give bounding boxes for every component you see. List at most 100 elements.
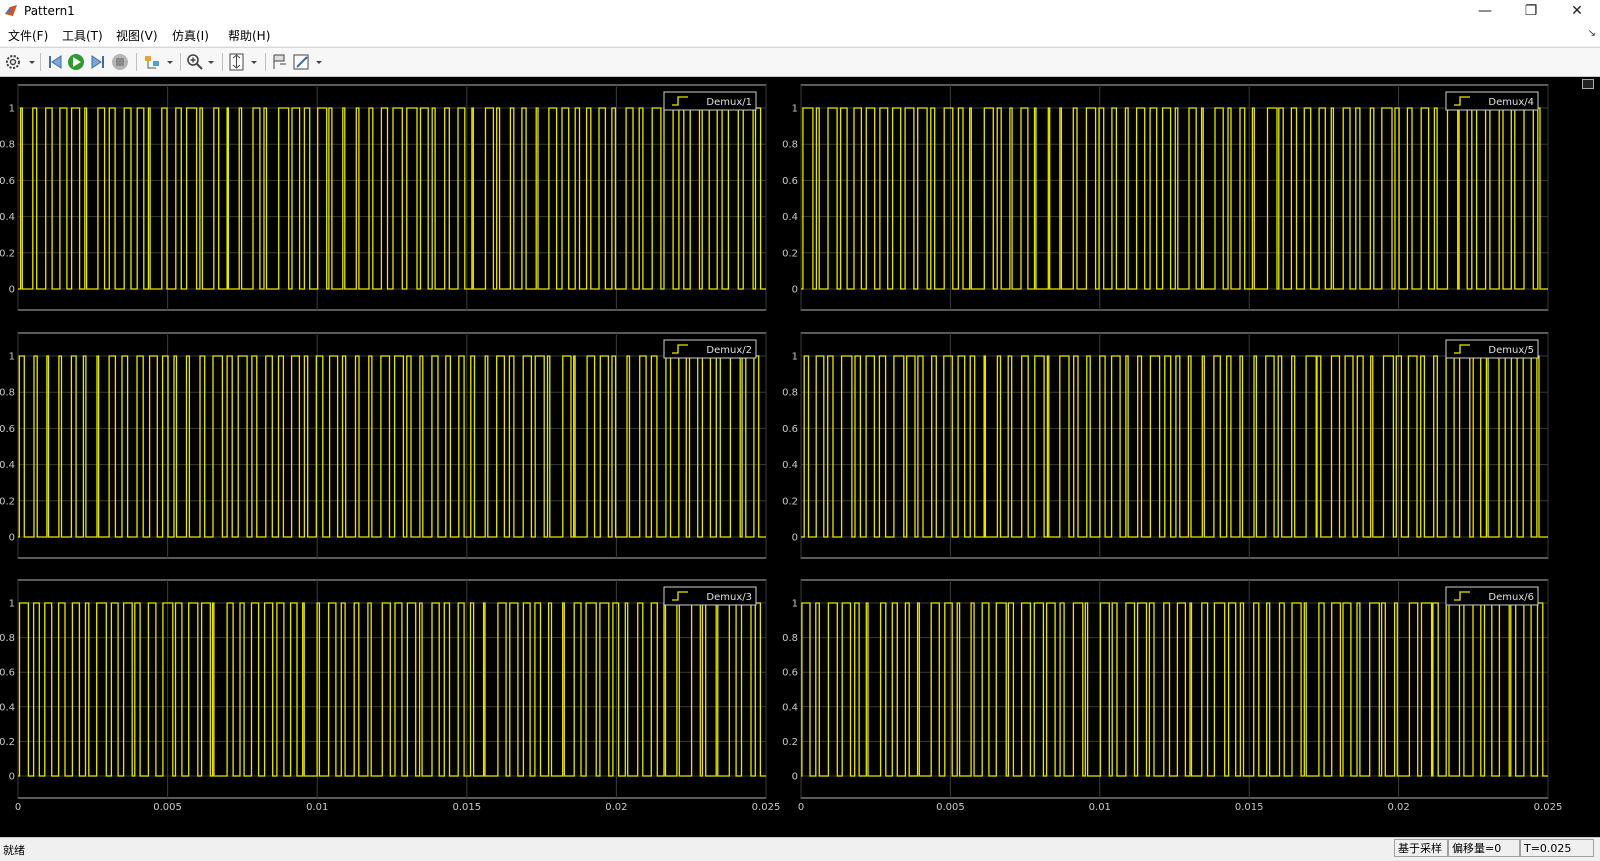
dock-arrow-icon[interactable]: ↘ bbox=[1588, 28, 1596, 39]
axes-frame bbox=[17, 579, 767, 799]
y-tick-label: 0.4 bbox=[0, 460, 15, 471]
legend-4: Demux/4 bbox=[1445, 91, 1539, 111]
step-back-icon[interactable] bbox=[45, 52, 65, 72]
title-bar: Pattern1 — ❐ ✕ bbox=[0, 0, 1600, 23]
x-tick-label: 0.01 bbox=[1089, 802, 1111, 813]
status-time: T=0.025 bbox=[1520, 839, 1594, 857]
legend-label: Demux/3 bbox=[706, 592, 752, 603]
y-tick-label: 0.8 bbox=[782, 140, 798, 151]
y-tick-label: 0.8 bbox=[0, 140, 15, 151]
scope-display: 0 0.2 0.4 0.6 0.8 1 Demux/1 0 0.2 0.4 0.6 0.8 1 Demux… bbox=[0, 77, 1600, 837]
style-icon[interactable] bbox=[292, 52, 326, 72]
y-tick-label: 0 bbox=[792, 285, 798, 296]
axes-frame bbox=[17, 84, 767, 311]
y-tick-label: 0.2 bbox=[782, 496, 798, 507]
axes-3: 0 0.005 0.01 0.015 0.02 0.025 0 0.2 0.4 0.6 0.8 1 De… bbox=[0, 579, 781, 813]
legend-label: Demux/2 bbox=[706, 345, 752, 356]
x-tick-label: 0.02 bbox=[605, 802, 627, 813]
axes-4: 0 0.2 0.4 0.6 0.8 1 Demux/4 bbox=[782, 84, 1549, 311]
matlab-logo-icon bbox=[5, 5, 17, 16]
toolbar-separator bbox=[40, 53, 41, 71]
x-tick-label: 0.01 bbox=[306, 802, 328, 813]
status-bar: 就绪 基于采样 偏移量=0 T=0.025 bbox=[0, 837, 1600, 861]
menu-file[interactable]: 文件(F) bbox=[8, 27, 48, 44]
y-tick-label: 0.2 bbox=[0, 248, 15, 259]
y-tick-label: 0.6 bbox=[782, 424, 798, 435]
x-tick-label: 0.005 bbox=[936, 802, 965, 813]
y-tick-label: 0.6 bbox=[782, 176, 798, 187]
x-tick-label: 0.025 bbox=[1534, 802, 1563, 813]
y-tick-label: 0.4 bbox=[782, 702, 798, 713]
axes-2: 0 0.2 0.4 0.6 0.8 1 Demux/2 bbox=[0, 332, 767, 559]
status-ready: 就绪 bbox=[3, 844, 25, 857]
y-tick-label: 0.4 bbox=[782, 212, 798, 223]
x-tick-label: 0 bbox=[798, 802, 804, 813]
y-tick-label: 1 bbox=[792, 352, 798, 363]
axes-1: 0 0.2 0.4 0.6 0.8 1 Demux/1 bbox=[0, 84, 767, 311]
menu-tools[interactable]: 工具(T) bbox=[62, 27, 103, 44]
y-tick-label: 0 bbox=[9, 772, 15, 783]
toolbar-separator bbox=[265, 53, 266, 71]
y-tick-label: 0.6 bbox=[0, 424, 15, 435]
axes-frame bbox=[17, 332, 767, 559]
y-tick-label: 0.8 bbox=[0, 388, 15, 399]
y-tick-label: 0.6 bbox=[782, 668, 798, 679]
x-tick-label: 0.02 bbox=[1387, 802, 1409, 813]
axes-frame bbox=[800, 332, 1549, 559]
legend-6: Demux/6 bbox=[1445, 586, 1539, 606]
close-button[interactable]: ✕ bbox=[1554, 0, 1600, 23]
y-tick-label: 0.4 bbox=[0, 702, 15, 713]
minimize-button[interactable]: — bbox=[1462, 0, 1508, 23]
y-tick-label: 0.2 bbox=[0, 737, 15, 748]
y-tick-label: 0.4 bbox=[782, 460, 798, 471]
y-tick-label: 1 bbox=[9, 352, 15, 363]
axes-6: 0 0.005 0.01 0.015 0.02 0.025 0 0.2 0.4 0.6 0.8 1 De… bbox=[782, 579, 1563, 813]
y-tick-label: 0.8 bbox=[782, 388, 798, 399]
run-icon[interactable] bbox=[66, 52, 86, 72]
axes-frame bbox=[800, 84, 1549, 311]
menu-help[interactable]: 帮助(H) bbox=[228, 27, 270, 44]
y-tick-label: 0.8 bbox=[782, 633, 798, 644]
stop-icon[interactable] bbox=[110, 52, 130, 72]
y-tick-label: 0.2 bbox=[782, 737, 798, 748]
x-tick-label: 0.015 bbox=[452, 802, 481, 813]
zoom-in-icon[interactable] bbox=[185, 52, 217, 72]
y-tick-label: 0 bbox=[9, 533, 15, 544]
y-tick-label: 0.6 bbox=[0, 668, 15, 679]
legend-1: Demux/1 bbox=[663, 91, 757, 111]
legend-3: Demux/3 bbox=[663, 586, 757, 606]
y-tick-label: 0.6 bbox=[0, 176, 15, 187]
settings-icon[interactable] bbox=[4, 52, 36, 72]
window-title: Pattern1 bbox=[24, 4, 75, 18]
menu-simulation[interactable]: 仿真(I) bbox=[172, 27, 209, 44]
scale-axes-icon[interactable] bbox=[227, 52, 261, 72]
legend-2: Demux/2 bbox=[663, 339, 757, 359]
y-tick-label: 0 bbox=[9, 285, 15, 296]
highlight-icon[interactable] bbox=[142, 52, 176, 72]
x-tick-label: 0.025 bbox=[752, 802, 781, 813]
legend-label: Demux/5 bbox=[1488, 345, 1534, 356]
restore-button[interactable]: ❐ bbox=[1508, 0, 1554, 23]
legend-label: Demux/1 bbox=[706, 97, 752, 108]
toolbar bbox=[0, 47, 1600, 77]
y-tick-label: 1 bbox=[792, 599, 798, 610]
cursor-icon[interactable] bbox=[270, 52, 290, 72]
y-tick-label: 1 bbox=[9, 104, 15, 115]
menu-view[interactable]: 视图(V) bbox=[116, 27, 158, 44]
x-tick-label: 0.005 bbox=[153, 802, 182, 813]
x-tick-label: 0.015 bbox=[1235, 802, 1264, 813]
legend-5: Demux/5 bbox=[1445, 339, 1539, 359]
axes-frame bbox=[800, 579, 1549, 799]
status-sample-based: 基于采样 bbox=[1394, 839, 1448, 857]
y-tick-label: 1 bbox=[9, 599, 15, 610]
toolbar-separator bbox=[180, 53, 181, 71]
y-tick-label: 0 bbox=[792, 772, 798, 783]
y-tick-label: 0.4 bbox=[0, 212, 15, 223]
y-tick-label: 1 bbox=[792, 104, 798, 115]
step-forward-icon[interactable] bbox=[88, 52, 108, 72]
y-tick-label: 0.8 bbox=[0, 633, 15, 644]
y-tick-label: 0 bbox=[792, 533, 798, 544]
scope-plots[interactable]: 0 0.2 0.4 0.6 0.8 1 Demux/1 0 0.2 0.4 0.6 0.8 1 Demux… bbox=[0, 77, 1600, 837]
legend-label: Demux/4 bbox=[1488, 97, 1534, 108]
undock-icon[interactable] bbox=[1582, 79, 1594, 89]
